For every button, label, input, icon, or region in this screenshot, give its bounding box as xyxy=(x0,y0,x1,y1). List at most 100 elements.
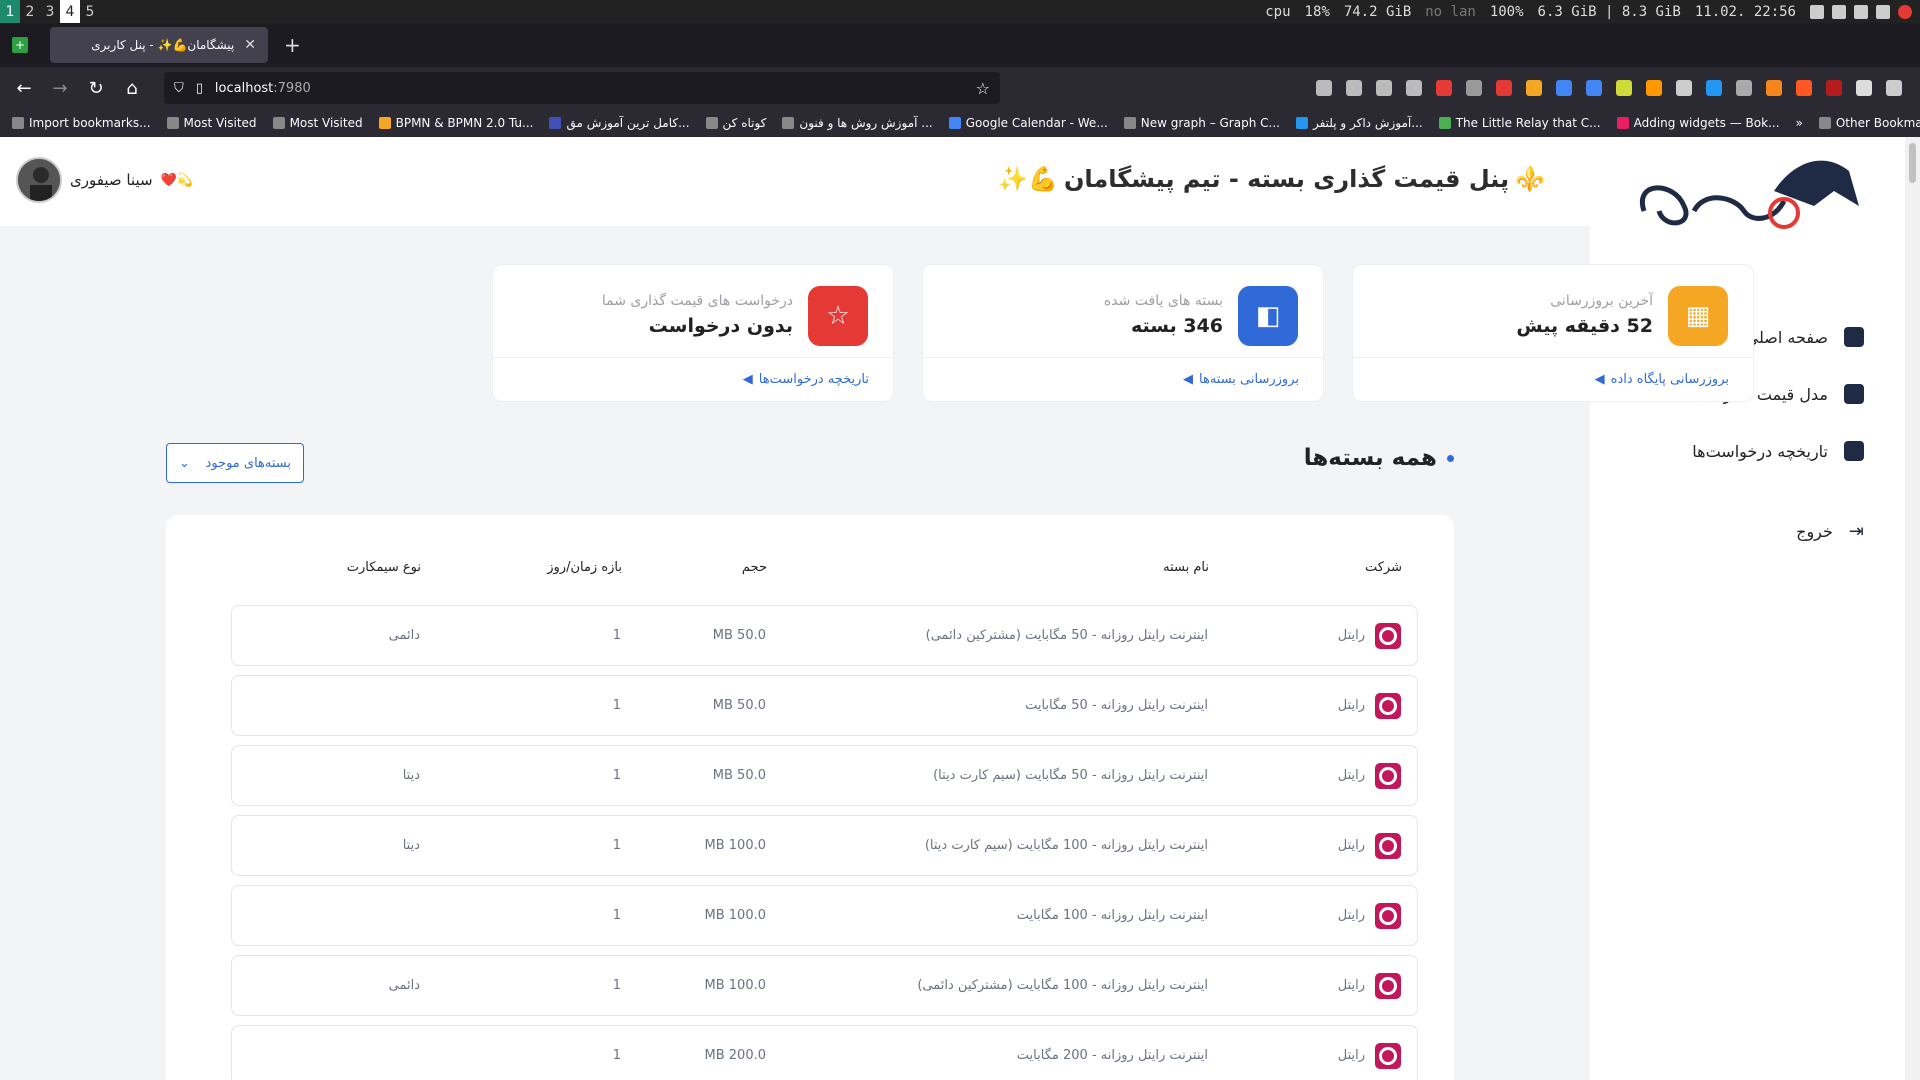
shield-icon[interactable] xyxy=(1876,4,1890,19)
star-icon: ☆ xyxy=(808,286,868,346)
bookmark-item[interactable]: Most Visited xyxy=(166,116,257,130)
cpu-value: 18% xyxy=(1304,3,1330,20)
table-row[interactable]: رایتل اینترنت رایتل روزانه - 100 مگابایت… xyxy=(231,885,1418,946)
card-value: 346 بسته xyxy=(1130,315,1223,337)
column-days: بازه زمان/روز xyxy=(547,560,622,575)
bookmark-item[interactable]: The Little Relay that C... xyxy=(1438,116,1601,130)
sidebar-item-logout[interactable]: ⇥ خروج xyxy=(1644,511,1864,551)
table-row[interactable]: رایتل اینترنت رایتل روزانه - 50 مگابایت … xyxy=(231,675,1418,736)
extension-icon[interactable] xyxy=(1706,80,1722,96)
packages-filter-select[interactable]: بسته‌های موجود ⌄ xyxy=(166,443,304,483)
bookmark-item[interactable]: Adding widgets — Bok... xyxy=(1616,116,1780,130)
bookmark-item[interactable]: کوتاه کن xyxy=(705,116,766,130)
home-icon[interactable]: ⌂ xyxy=(114,78,150,99)
column-volume: حجم xyxy=(741,560,767,575)
extension-icon[interactable] xyxy=(1556,80,1572,96)
card-requests: ☆ درخواست های قیمت گذاری شما بدون درخواس… xyxy=(492,264,894,402)
back-icon[interactable]: ← xyxy=(6,78,42,99)
extension-icon[interactable] xyxy=(1616,80,1632,96)
table-row[interactable]: رایتل اینترنت رایتل روزانه - 200 مگابایت… xyxy=(231,1025,1418,1080)
volume-icon[interactable] xyxy=(1854,4,1868,19)
workspace-3[interactable]: 3 xyxy=(40,0,60,23)
workspace-4[interactable]: 4 xyxy=(60,0,80,23)
rightel-logo-icon xyxy=(1375,1043,1401,1069)
bookmark-item[interactable]: Most Visited xyxy=(272,116,363,130)
extension-icon[interactable] xyxy=(1736,80,1752,96)
extension-icon[interactable] xyxy=(1646,80,1662,96)
tracking-shield-icon[interactable]: ⛉ xyxy=(174,81,184,96)
bookmark-item[interactable]: New graph – Graph C... xyxy=(1123,116,1280,130)
card-value: 52 دقیقه پیش xyxy=(1516,315,1653,337)
notification-icon[interactable] xyxy=(1898,4,1912,19)
workspace-1[interactable]: 1 xyxy=(0,0,20,23)
extension-icon[interactable] xyxy=(1676,80,1692,96)
bookmark-item[interactable]: آموزش روش ها و فنون ... xyxy=(782,116,933,130)
table-row[interactable]: رایتل اینترنت رایتل روزانه - 100 مگابایت… xyxy=(231,955,1418,1016)
scrollbar-thumb[interactable] xyxy=(1909,143,1916,183)
close-tab-icon[interactable]: ✕ xyxy=(244,37,256,53)
extension-icon[interactable] xyxy=(1466,80,1482,96)
download-icon[interactable] xyxy=(1346,80,1362,96)
table-row[interactable]: رایتل اینترنت رایتل روزانه - 100 مگابایت… xyxy=(231,815,1418,876)
workspace-5[interactable]: 5 xyxy=(80,0,100,23)
page-scrollbar[interactable] xyxy=(1905,137,1920,1080)
tab-title: پیشگامان💪✨ - پنل کاربری xyxy=(91,38,235,52)
extension-icon[interactable] xyxy=(1496,80,1512,96)
sidebar-item-label: خروج xyxy=(1796,521,1833,541)
reload-icon[interactable]: ↻ xyxy=(78,78,114,99)
metamask-icon[interactable] xyxy=(1766,80,1782,96)
pocket-icon[interactable] xyxy=(1316,80,1332,96)
other-bookmarks[interactable]: Other Bookmarks xyxy=(1818,116,1920,130)
stat-cards: ▦ آخرین بروزرسانی 52 دقیقه پیش بروزرسانی… xyxy=(492,264,1754,402)
extension-icon[interactable] xyxy=(1856,80,1872,96)
tab-active[interactable]: پیشگامان💪✨ - پنل کاربری ✕ xyxy=(50,27,268,63)
url-bar[interactable]: ⛉ ▯ localhost:7980 ☆ xyxy=(164,72,1000,104)
memory-usage: 6.3 GiB | 8.3 GiB xyxy=(1537,3,1681,20)
avatar[interactable] xyxy=(16,157,62,203)
section-title: همه بسته‌ها xyxy=(1304,445,1454,471)
table-row[interactable]: رایتل اینترنت رایتل روزانه - 50 مگابایت … xyxy=(231,745,1418,806)
sidebar-item-history[interactable]: تاریخچه درخواست‌ها xyxy=(1644,431,1864,471)
extension-icon[interactable] xyxy=(1826,80,1842,96)
bookmark-item[interactable]: Import bookmarks... xyxy=(12,116,151,130)
wifi-icon[interactable] xyxy=(1832,4,1846,19)
rightel-logo-icon xyxy=(1375,903,1401,929)
forward-icon[interactable]: → xyxy=(42,78,78,99)
globe-icon xyxy=(705,117,718,129)
library-icon[interactable] xyxy=(1376,80,1392,96)
workspace-2[interactable]: 2 xyxy=(20,0,40,23)
table-row[interactable]: رایتل اینترنت رایتل روزانه - 50 مگابایت … xyxy=(231,605,1418,666)
title-suffix-emoji: 💪✨ xyxy=(998,165,1058,193)
menu-icon[interactable] xyxy=(1886,80,1902,96)
request-history-link[interactable]: تاریخچه درخواست‌ها ◀ xyxy=(743,372,869,387)
update-packages-link[interactable]: بروزرسانی بسته‌ها ◀ xyxy=(1183,372,1299,387)
user-profile[interactable]: سینا صیفوری ❤️💫 xyxy=(16,157,193,203)
gear-icon xyxy=(272,117,285,129)
extension-icon[interactable] xyxy=(1526,80,1542,96)
wallet-icon: ◧ xyxy=(1238,286,1298,346)
tray-icon[interactable] xyxy=(1810,4,1824,19)
battery-level: 100% xyxy=(1489,3,1524,20)
workspace-switcher[interactable]: 1 2 3 4 5 xyxy=(0,0,100,23)
calendar-icon xyxy=(948,117,961,129)
new-tab-button[interactable]: + xyxy=(284,33,301,57)
extension-icon[interactable] xyxy=(1436,80,1452,96)
docker-icon xyxy=(1295,117,1308,129)
chevron-more-icon[interactable]: » xyxy=(1796,116,1803,130)
rightel-logo-icon xyxy=(1375,833,1401,859)
translate-icon[interactable] xyxy=(1586,80,1602,96)
sheets-icon[interactable]: + xyxy=(12,37,28,53)
bookmark-item[interactable]: Google Calendar - We... xyxy=(948,116,1108,130)
calendar-icon: ▦ xyxy=(1668,286,1728,346)
bookmark-item[interactable]: آموزش داکر و پلتفر... xyxy=(1295,116,1423,130)
rightel-logo-icon xyxy=(1375,623,1401,649)
system-status: cpu 18% 74.2 GiB no lan 100% 6.3 GiB | 8… xyxy=(1265,4,1920,20)
bookmark-star-icon[interactable]: ☆ xyxy=(976,79,990,98)
bookmark-item[interactable]: کامل ترین آموزش مق... xyxy=(549,116,690,130)
extension-icon[interactable] xyxy=(1796,80,1812,96)
sidebar-icon[interactable] xyxy=(1406,80,1422,96)
update-database-link[interactable]: بروزرسانی پایگاه داده ◀ xyxy=(1595,372,1729,387)
system-tray[interactable] xyxy=(1810,4,1912,19)
bookmark-favicon-icon xyxy=(549,117,562,129)
bookmark-item[interactable]: BPMN & BPMN 2.0 Tu... xyxy=(378,116,533,130)
